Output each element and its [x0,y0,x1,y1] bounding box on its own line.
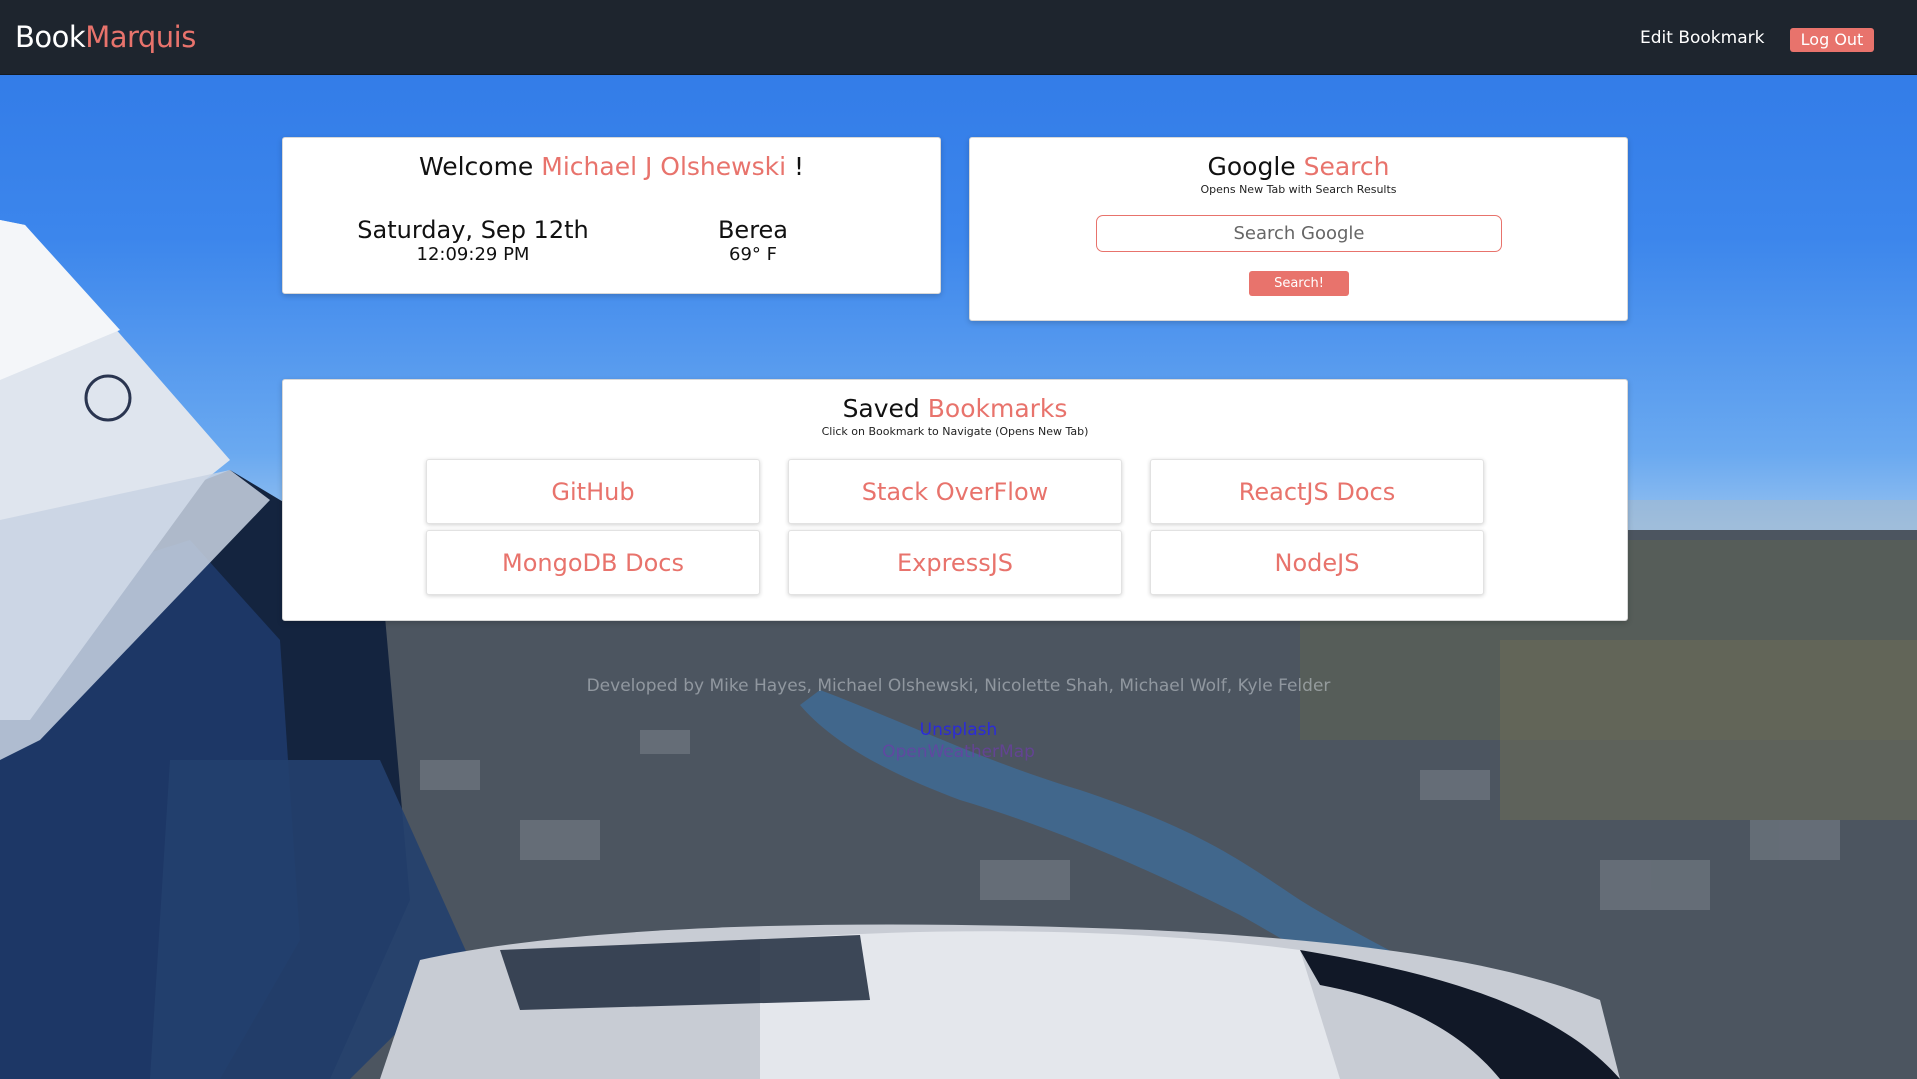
bookmarks-title-accent: Bookmarks [927,394,1068,423]
datetime-block: Saturday, Sep 12th 12:09:29 PM [323,216,623,266]
brand-accent-text: Marquis [85,20,196,54]
search-button[interactable]: Search! [1249,271,1349,296]
brand-logo[interactable]: BookMarquis [15,20,196,54]
welcome-card: Welcome Michael J Olshewski ! Saturday, … [282,137,941,294]
saved-bookmarks-card: Saved Bookmarks Click on Bookmark to Nav… [282,379,1628,621]
bookmark-tile-mongodb-docs[interactable]: MongoDB Docs [426,530,760,595]
edit-bookmark-link[interactable]: Edit Bookmark [1640,28,1764,48]
top-navbar: BookMarquis Edit Bookmark Log Out [0,0,1917,75]
bookmarks-title-primary: Saved [842,394,920,423]
bookmarks-subtitle: Click on Bookmark to Navigate (Opens New… [821,425,1089,438]
search-title-accent: Search [1303,152,1390,181]
bookmark-tile-github[interactable]: GitHub [426,459,760,524]
bookmark-tile-expressjs[interactable]: ExpressJS [788,530,1122,595]
openweathermap-link[interactable]: OpenWeatherMap [0,742,1917,762]
welcome-user-name: Michael J Olshewski [541,152,787,181]
city-name: Berea [717,216,789,244]
brand-primary-text: Book [15,20,86,54]
google-search-card: Google Search Opens New Tab with Search … [969,137,1628,321]
welcome-greeting: Welcome [418,152,534,181]
search-heading: Google Search [970,152,1627,181]
welcome-heading: Welcome Michael J Olshewski ! [283,152,940,181]
search-title-primary: Google [1207,152,1296,181]
search-subtitle: Opens New Tab with Search Results [1200,183,1397,196]
bookmark-grid: GitHub Stack OverFlow ReactJS Docs Mongo… [426,459,1486,595]
bookmark-tile-reactjs-docs[interactable]: ReactJS Docs [1150,459,1484,524]
unsplash-link[interactable]: Unsplash [0,720,1917,740]
bookmark-tile-stack-overflow[interactable]: Stack OverFlow [788,459,1122,524]
current-date: Saturday, Sep 12th [357,216,589,244]
current-time: 12:09:29 PM [416,244,530,265]
welcome-suffix: ! [786,152,805,181]
temperature: 69° F [729,244,777,265]
search-input[interactable] [1096,215,1502,252]
bookmark-tile-nodejs[interactable]: NodeJS [1150,530,1484,595]
developer-credits: Developed by Mike Hayes, Michael Olshews… [586,676,1331,696]
bookmarks-heading: Saved Bookmarks [283,394,1627,423]
weather-block: Berea 69° F [633,216,873,266]
logout-button[interactable]: Log Out [1790,28,1874,52]
